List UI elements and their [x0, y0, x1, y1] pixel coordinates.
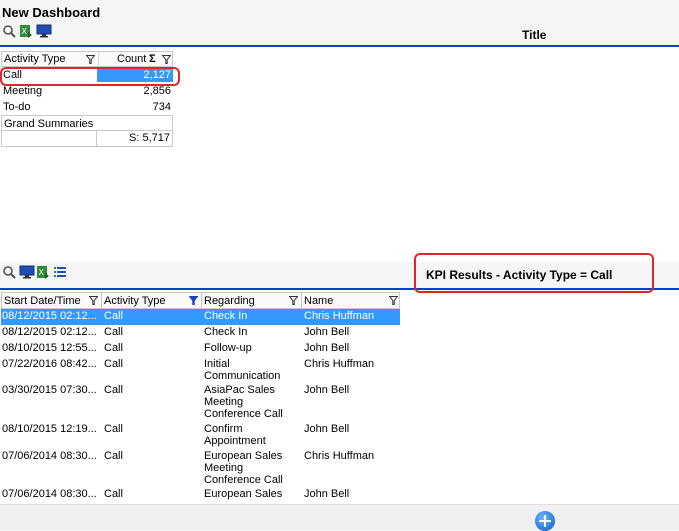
- cell-name: John Bell: [304, 488, 350, 500]
- pivot-row-label: To-do: [3, 101, 31, 113]
- col-name[interactable]: Name: [302, 293, 400, 309]
- cell-type: Call: [104, 450, 123, 462]
- excel-export-icon[interactable]: X: [19, 24, 33, 38]
- table-row[interactable]: 08/12/2015 02:12... Call Check In John B…: [1, 325, 400, 341]
- monitor-icon[interactable]: [19, 265, 35, 279]
- cell-name: Chris Huffman: [304, 310, 375, 322]
- filter-icon[interactable]: [388, 296, 399, 305]
- cell-regarding: European Sales: [204, 488, 283, 500]
- grand-summaries-value: S: 5,717: [129, 132, 170, 144]
- cell-start: 07/22/2016 08:42...: [2, 358, 97, 370]
- highlight-box: [414, 253, 654, 293]
- filter-icon-active[interactable]: [188, 296, 199, 305]
- cell-type: Call: [104, 342, 123, 354]
- pivot-grid: Activity Type Count Σ Call 2,127 Meeting…: [1, 51, 173, 147]
- cell-start: 08/10/2015 12:55...: [2, 342, 97, 354]
- cell-type: Call: [104, 423, 123, 435]
- cell-start: 03/30/2015 07:30...: [2, 384, 97, 396]
- filter-icon[interactable]: [85, 55, 96, 64]
- cell-name: John Bell: [304, 326, 350, 338]
- grand-summaries-row: S: 5,717: [1, 131, 173, 147]
- grid-header: Start Date/Time Activity Type Regarding …: [1, 292, 400, 309]
- monitor-icon[interactable]: [36, 24, 52, 38]
- list-icon[interactable]: [53, 265, 67, 279]
- cell-start: 08/12/2015 02:12...: [2, 326, 97, 338]
- svg-text:X: X: [22, 27, 28, 36]
- cell-type: Call: [104, 358, 123, 370]
- cell-regarding: Initial Communication: [204, 358, 281, 382]
- table-row[interactable]: 08/10/2015 12:55... Call Follow-up John …: [1, 341, 400, 357]
- bottom-toolbar: X: [2, 264, 67, 280]
- filter-icon[interactable]: [161, 55, 172, 64]
- col-regarding[interactable]: Regarding: [202, 293, 302, 309]
- filter-icon[interactable]: [88, 296, 99, 305]
- cell-start: 07/06/2014 08:30...: [2, 450, 97, 462]
- status-bar: [0, 504, 679, 531]
- cell-regarding: Follow-up: [204, 342, 252, 354]
- sum-icon[interactable]: Σ: [149, 52, 156, 67]
- search-icon[interactable]: [2, 265, 16, 279]
- pivot-header: Activity Type Count Σ: [1, 51, 173, 67]
- cell-regarding: European Sales Meeting Conference Call: [204, 450, 283, 486]
- filter-icon[interactable]: [288, 296, 299, 305]
- dashboard-title: New Dashboard: [2, 5, 101, 20]
- top-pane-title: Title: [522, 28, 547, 42]
- cell-name: John Bell: [304, 342, 350, 354]
- add-icon[interactable]: [535, 511, 555, 531]
- cell-regarding: Check In: [204, 326, 248, 338]
- grand-summaries-label: Grand Summaries: [1, 115, 173, 131]
- svg-text:X: X: [39, 268, 45, 277]
- cell-regarding: Confirm Appointment: [204, 423, 266, 447]
- cell-start: 07/06/2014 08:30...: [2, 488, 97, 500]
- table-row[interactable]: 08/10/2015 12:19... Call Confirm Appoint…: [1, 422, 400, 449]
- cell-name: Chris Huffman: [304, 358, 375, 370]
- pivot-row[interactable]: To-do 734: [1, 99, 173, 115]
- cell-start: 08/10/2015 12:19...: [2, 423, 97, 435]
- cell-regarding: AsiaPac Sales Meeting Conference Call: [204, 384, 283, 420]
- search-icon[interactable]: [2, 24, 16, 38]
- cell-name: John Bell: [304, 423, 350, 435]
- activity-grid: Start Date/Time Activity Type Regarding …: [1, 292, 400, 501]
- cell-type: Call: [104, 310, 123, 322]
- table-row[interactable]: 08/12/2015 02:12... Call Check In Chris …: [1, 309, 400, 325]
- highlight-box: [0, 67, 180, 86]
- col-start-date[interactable]: Start Date/Time: [2, 293, 102, 309]
- table-row[interactable]: 07/22/2016 08:42... Call Initial Communi…: [1, 357, 400, 383]
- cell-type: Call: [104, 326, 123, 338]
- table-row[interactable]: 07/06/2014 08:30... Call European Sales …: [1, 449, 400, 487]
- pivot-col-activity-type[interactable]: Activity Type: [4, 52, 66, 67]
- cell-name: Chris Huffman: [304, 450, 375, 462]
- cell-type: Call: [104, 384, 123, 396]
- table-row[interactable]: 03/30/2015 07:30... Call AsiaPac Sales M…: [1, 383, 400, 422]
- pivot-col-count[interactable]: Count: [117, 52, 146, 67]
- cell-regarding: Check In: [204, 310, 248, 322]
- cell-start: 08/12/2015 02:12...: [2, 310, 97, 322]
- excel-export-icon[interactable]: X: [36, 265, 50, 279]
- cell-type: Call: [104, 488, 123, 500]
- top-toolbar: X: [2, 23, 52, 39]
- pivot-row-value: 734: [152, 101, 171, 113]
- cell-name: John Bell: [304, 384, 350, 396]
- col-activity-type[interactable]: Activity Type: [102, 293, 202, 309]
- table-row[interactable]: 07/06/2014 08:30... Call European Sales …: [1, 487, 400, 501]
